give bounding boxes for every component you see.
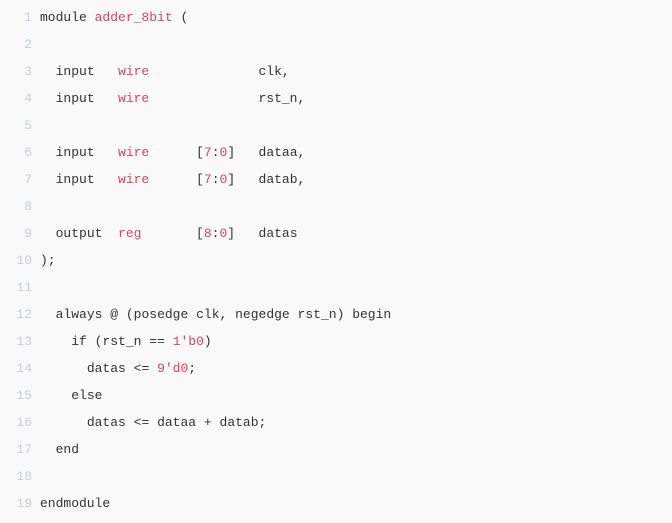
code-line: always @ (posedge clk, negedge rst_n) be… xyxy=(40,301,672,328)
code-line xyxy=(40,31,672,58)
code-content: module adder_8bit ( input wire clk, inpu… xyxy=(40,4,672,517)
code-line: module adder_8bit ( xyxy=(40,4,672,31)
code-line xyxy=(40,112,672,139)
line-number: 5 xyxy=(0,112,32,139)
code-line xyxy=(40,193,672,220)
code-block: 12345678910111213141516171819 module add… xyxy=(0,0,672,517)
code-line: endmodule xyxy=(40,490,672,517)
code-line: input wire [7:0] datab, xyxy=(40,166,672,193)
code-line: end xyxy=(40,436,672,463)
code-line: if (rst_n == 1'b0) xyxy=(40,328,672,355)
code-line xyxy=(40,274,672,301)
line-number: 3 xyxy=(0,58,32,85)
line-number: 2 xyxy=(0,31,32,58)
line-number: 10 xyxy=(0,247,32,274)
code-line: ); xyxy=(40,247,672,274)
line-number-gutter: 12345678910111213141516171819 xyxy=(0,4,40,517)
line-number: 15 xyxy=(0,382,32,409)
code-line: input wire clk, xyxy=(40,58,672,85)
code-line xyxy=(40,463,672,490)
line-number: 14 xyxy=(0,355,32,382)
line-number: 12 xyxy=(0,301,32,328)
code-line: input wire [7:0] dataa, xyxy=(40,139,672,166)
line-number: 9 xyxy=(0,220,32,247)
code-line: datas <= dataa + datab; xyxy=(40,409,672,436)
code-line: input wire rst_n, xyxy=(40,85,672,112)
line-number: 8 xyxy=(0,193,32,220)
line-number: 16 xyxy=(0,409,32,436)
line-number: 7 xyxy=(0,166,32,193)
line-number: 6 xyxy=(0,139,32,166)
line-number: 1 xyxy=(0,4,32,31)
line-number: 4 xyxy=(0,85,32,112)
line-number: 13 xyxy=(0,328,32,355)
line-number: 19 xyxy=(0,490,32,517)
line-number: 17 xyxy=(0,436,32,463)
code-line: else xyxy=(40,382,672,409)
code-line: datas <= 9'd0; xyxy=(40,355,672,382)
line-number: 18 xyxy=(0,463,32,490)
line-number: 11 xyxy=(0,274,32,301)
code-line: output reg [8:0] datas xyxy=(40,220,672,247)
